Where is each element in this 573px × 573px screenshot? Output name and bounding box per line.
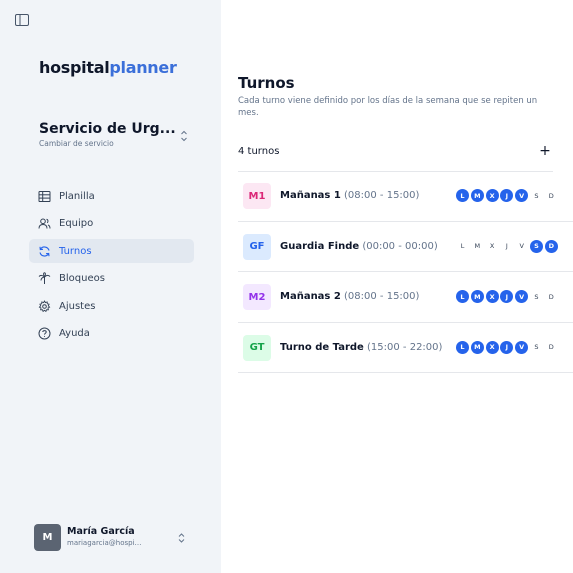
sidebar-item-ajustes[interactable]: Ajustes	[29, 294, 194, 318]
app: hospitalplanner Servicio de Urg... Cambi…	[0, 0, 573, 573]
weekday-s: S	[534, 292, 539, 301]
weekday-selector: L MX J VSD	[456, 239, 560, 253]
weekday-l: L	[460, 242, 465, 250]
shift-row[interactable]: GT Turno de Tarde (15:00 - 22:00) L M X J V S D	[238, 323, 573, 373]
sidebar-item-label: Turnos	[59, 245, 92, 257]
shift-title: Guardia Finde (00:00 - 00:00)	[280, 241, 438, 252]
weekday-x-active: X	[485, 189, 499, 202]
sidebar-item-label: Ajustes	[59, 300, 96, 312]
chevron-up-down-icon	[178, 533, 185, 543]
shift-list: M1 Mañanas 1 (08:00 - 15:00) L M X J V S D GF Guar…	[238, 171, 573, 373]
avatar: M	[34, 524, 61, 551]
shift-title: Mañanas 2 (08:00 - 15:00)	[280, 291, 419, 302]
sidebar: hospitalplanner Servicio de Urg... Cambi…	[0, 0, 221, 573]
shift-time: (00:00 - 00:00)	[362, 240, 438, 252]
shift-row[interactable]: M2 Mañanas 2 (08:00 - 15:00) L M X J V S D	[238, 272, 573, 323]
weekday-m-active: M	[470, 340, 484, 354]
shift-name: Mañanas 1	[280, 190, 341, 201]
weekday-m: M	[474, 242, 481, 250]
shift-title: Turno de Tarde (15:00 - 22:00)	[280, 342, 442, 353]
sidebar-toggle-icon[interactable]	[15, 14, 29, 26]
weekday-j: J	[505, 242, 508, 250]
weekday-l-active: L	[456, 290, 469, 303]
service-subtitle: Cambiar de servicio	[39, 139, 114, 148]
weekday-j-active: J	[500, 189, 514, 202]
weekday-j-active: J	[500, 290, 514, 303]
palm-tree-icon	[38, 272, 51, 285]
sidebar-item-label: Equipo	[59, 218, 94, 230]
weekday-l-active: L	[456, 189, 469, 202]
weekday-selector: LMXJVSD	[456, 189, 560, 202]
shift-time: (08:00 - 15:00)	[344, 291, 420, 302]
main-content: Turnos Cada turno viene definido por los…	[221, 0, 573, 573]
logo-part-1: hospital	[39, 58, 110, 77]
sidebar-item-label: Bloqueos	[59, 273, 105, 285]
shift-title: Mañanas 1 (08:00 - 15:00)	[280, 190, 419, 201]
weekday-v-active: V	[515, 340, 529, 354]
shift-time: (08:00 - 15:00)	[344, 190, 420, 201]
user-name: María García	[67, 526, 135, 537]
shift-code-badge: M2	[243, 284, 271, 310]
refresh-icon	[38, 245, 51, 258]
shift-code-badge: GT	[243, 334, 271, 361]
shift-time: (15:00 - 22:00)	[367, 341, 443, 353]
weekday-d: D	[548, 343, 554, 351]
shift-row[interactable]: GF Guardia Finde (00:00 - 00:00) L M X J V S D	[238, 222, 573, 272]
sidebar-item-ayuda[interactable]: Ayuda	[29, 322, 194, 346]
add-shift-button[interactable]: +	[536, 142, 554, 160]
shift-name: Mañanas 2	[280, 291, 341, 302]
weekday-s: S	[534, 343, 539, 351]
users-icon	[38, 217, 51, 230]
gear-icon	[38, 299, 51, 313]
service-switcher[interactable]: Servicio de Urg... Cambiar de servicio	[39, 121, 189, 151]
weekday-s-active: S	[529, 239, 543, 253]
weekday-l-active: L	[456, 340, 469, 354]
page-subtitle: Cada turno viene definido por los días d…	[238, 96, 538, 118]
weekday-j-active: J	[500, 340, 514, 354]
weekday-selector: LMXJVS D	[456, 340, 560, 354]
weekday-d: D	[548, 292, 554, 301]
chevron-up-down-icon	[181, 130, 187, 142]
weekday-selector: LMXJVSD	[456, 290, 560, 303]
weekday-d-active: D	[544, 239, 558, 253]
weekday-v-active: V	[515, 189, 529, 202]
sidebar-item-turnos[interactable]: Turnos	[29, 239, 194, 264]
sidebar-item-equipo[interactable]: Equipo	[29, 212, 194, 236]
weekday-d: D	[548, 191, 554, 200]
weekday-v: V	[519, 242, 524, 250]
logo-part-2: planner	[109, 58, 177, 77]
weekday-m-active: M	[470, 189, 484, 202]
user-menu[interactable]: M María García mariagarcia@hospitalpl...	[34, 524, 194, 552]
weekday-s: S	[534, 191, 539, 200]
help-circle-icon	[38, 327, 51, 340]
service-name: Servicio de Urg...	[39, 121, 176, 137]
shift-code-badge: GF	[243, 233, 271, 260]
sidebar-item-bloqueos[interactable]: Bloqueos	[29, 267, 194, 291]
page-title: Turnos	[238, 74, 295, 92]
shift-row[interactable]: M1 Mañanas 1 (08:00 - 15:00) L M X J V S D	[238, 171, 573, 222]
table-icon	[38, 190, 51, 203]
weekday-x-active: X	[485, 290, 499, 303]
sidebar-item-label: Planilla	[59, 190, 95, 202]
logo: hospitalplanner	[39, 58, 177, 77]
weekday-m-active: M	[470, 290, 484, 303]
sidebar-nav: Planilla Equipo Turnos Bloqueos Ajustes Ayuda	[29, 184, 194, 350]
sidebar-item-label: Ayuda	[59, 328, 90, 340]
weekday-v-active: V	[515, 290, 529, 303]
user-email: mariagarcia@hospitalpl...	[67, 539, 143, 547]
weekday-x-active: X	[485, 340, 499, 354]
shift-name: Turno de Tarde	[280, 341, 364, 353]
shift-code-badge: M1	[243, 183, 271, 209]
sidebar-item-planilla[interactable]: Planilla	[29, 184, 194, 208]
weekday-x: X	[489, 242, 495, 250]
shift-count: 4 turnos	[238, 146, 280, 157]
shift-name: Guardia Finde	[280, 240, 360, 252]
